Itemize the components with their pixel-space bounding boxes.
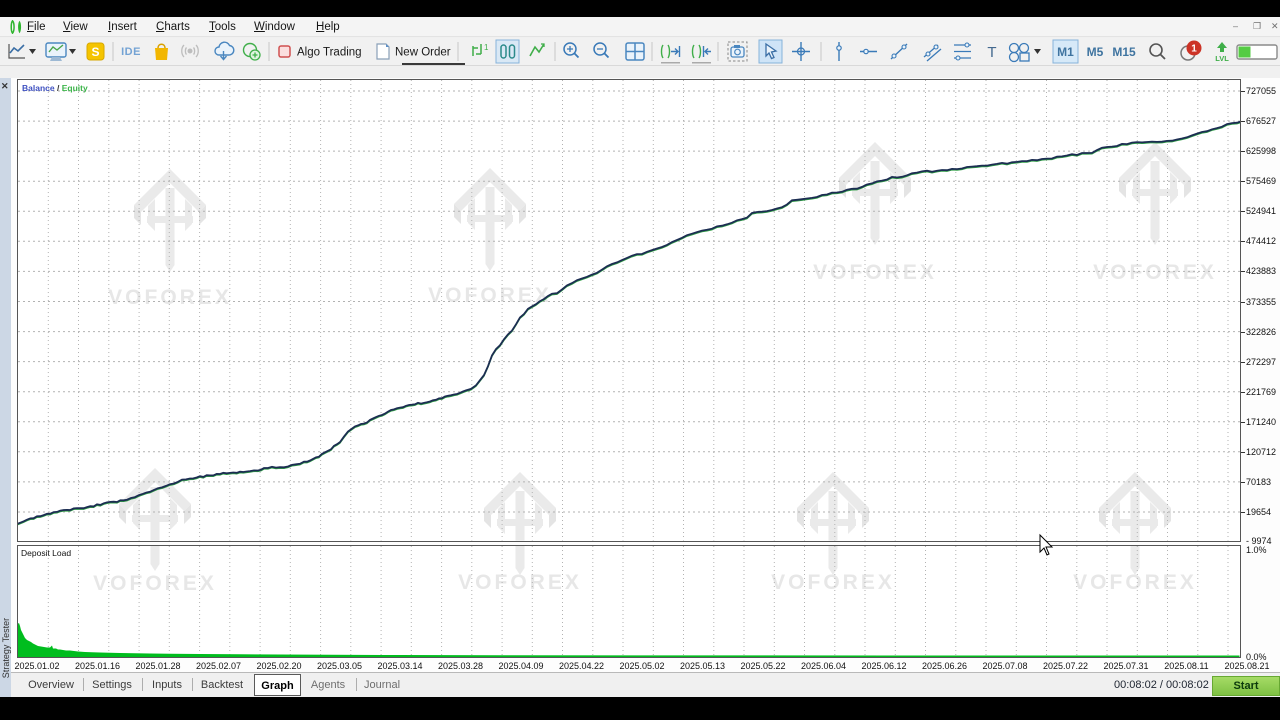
svg-text:VOFOREX: VOFOREX — [771, 571, 895, 594]
svg-text:VOFOREX: VOFOREX — [458, 571, 582, 594]
svg-text:S: S — [91, 45, 99, 59]
svg-text:M1: M1 — [1057, 45, 1074, 59]
svg-text:1: 1 — [484, 43, 489, 52]
svg-text:M15: M15 — [1112, 45, 1136, 59]
svg-text:VOFOREX: VOFOREX — [93, 572, 217, 595]
svg-text:Algo Trading: Algo Trading — [297, 47, 362, 59]
svg-text:IDE: IDE — [121, 46, 141, 58]
svg-text:M5: M5 — [1087, 45, 1104, 59]
svg-text:VOFOREX: VOFOREX — [1073, 571, 1197, 594]
svg-text:New Order: New Order — [395, 47, 451, 59]
svg-text:T: T — [987, 44, 996, 61]
svg-text:VOFOREX: VOFOREX — [428, 284, 552, 307]
svg-text:VOFOREX: VOFOREX — [108, 286, 232, 309]
svg-text:LVL: LVL — [1215, 54, 1229, 63]
svg-text:VOFOREX: VOFOREX — [813, 261, 937, 284]
svg-text:1: 1 — [1191, 44, 1197, 55]
